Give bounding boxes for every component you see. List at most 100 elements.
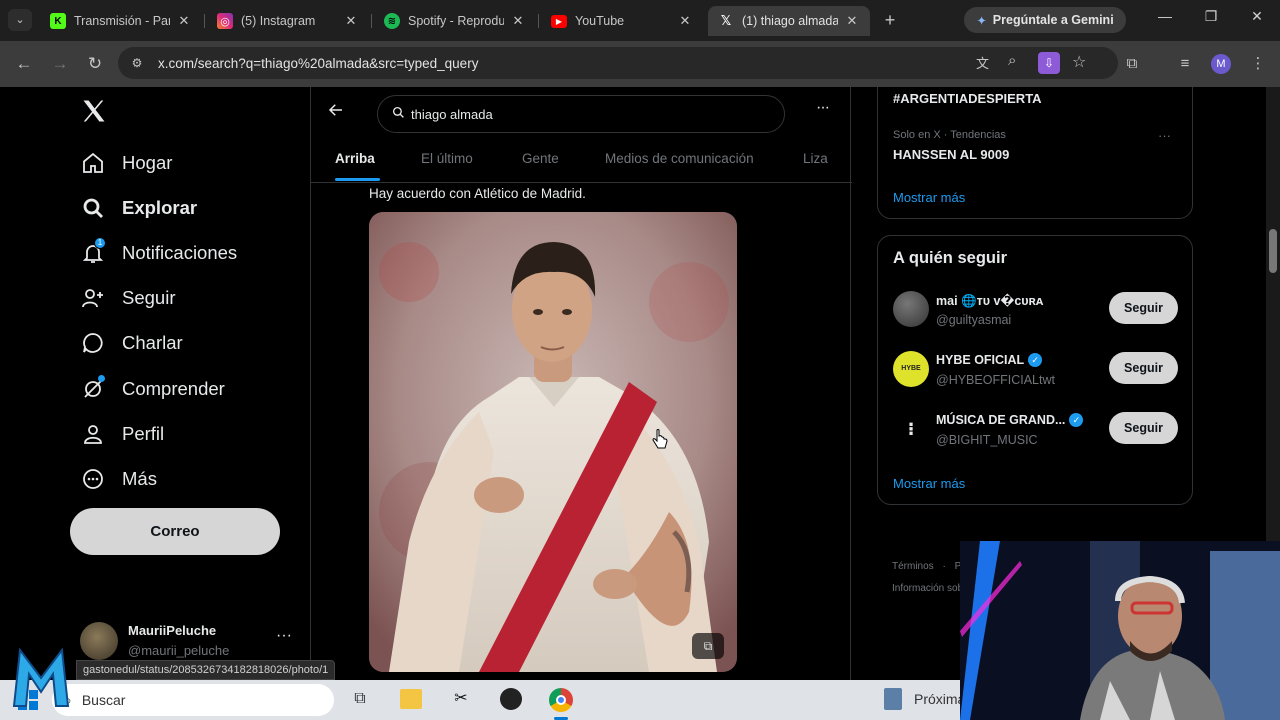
close-tab-icon[interactable]: ✕	[844, 13, 860, 29]
person-icon	[80, 421, 106, 447]
trend-item[interactable]: HANSSEN AL 9009	[893, 147, 1009, 162]
browser-tab-strip: ⌄ K Transmisión - Pane ✕ ◎ (5) Instagram…	[0, 0, 1280, 41]
follow-suggestion[interactable]: HYBE HYBE OFICIAL ✓ @HYBEOFFICIALtwt Seg…	[878, 348, 1194, 398]
youtube-icon: ▶	[551, 14, 567, 28]
hybe-avatar: HYBE	[893, 351, 929, 387]
translate-icon[interactable]: 文	[976, 53, 989, 72]
widget-icon	[884, 688, 902, 710]
trend-more-icon[interactable]: ···	[1158, 128, 1171, 143]
close-tab-icon[interactable]: ✕	[510, 13, 526, 29]
capcut-icon[interactable]: ✂	[451, 689, 471, 709]
browser-tab-instagram[interactable]: ◎ (5) Instagram ✕	[207, 6, 369, 36]
trends-show-more-link[interactable]: Mostrar más	[893, 190, 965, 205]
bighit-avatar: ⁝	[893, 411, 929, 447]
close-tab-icon[interactable]: ✕	[343, 13, 359, 29]
close-window-button[interactable]: ✕	[1234, 8, 1280, 32]
suggestion-handle: @guiltyasmai	[936, 313, 1012, 327]
follow-show-more-link[interactable]: Mostrar más	[893, 476, 965, 491]
obs-icon[interactable]	[500, 688, 522, 710]
bookmark-star-icon[interactable]: ☆	[1072, 52, 1086, 72]
browser-tab-kick[interactable]: K Transmisión - Pane ✕	[40, 6, 202, 36]
tab-gente[interactable]: Gente	[522, 151, 559, 166]
nav-item-seguir[interactable]: Seguir	[80, 280, 175, 316]
webcam-overlay	[960, 541, 1280, 720]
suggestion-handle: @HYBEOFFICIALtwt	[936, 373, 1055, 387]
forward-arrow-icon[interactable]: →	[48, 53, 72, 77]
restore-window-button[interactable]: ❐	[1188, 8, 1234, 32]
search-icon	[80, 195, 106, 221]
browser-tab-spotify[interactable]: ≋ Spotify - Reproduc ✕	[374, 6, 536, 36]
who-to-follow-title: A quién seguir	[893, 249, 1007, 267]
mouse-cursor-icon	[651, 429, 669, 451]
install-app-icon[interactable]: ⇩	[1038, 52, 1060, 74]
trend-meta: Solo en X · Tendencias	[893, 129, 1006, 141]
chrome-icon[interactable]	[549, 688, 573, 712]
bell-icon: 1	[80, 237, 106, 266]
nav-item-charlar[interactable]: Charlar	[80, 325, 183, 361]
profile-avatar[interactable]: M	[1211, 54, 1231, 74]
avatar	[80, 622, 118, 660]
close-tab-icon[interactable]: ✕	[176, 13, 192, 29]
minimize-window-button[interactable]: —	[1142, 8, 1188, 32]
tab-liza[interactable]: Liza	[803, 151, 828, 166]
search-results-column: thiago almada ··· Arriba El último Gente…	[310, 87, 852, 680]
nav-item-explorar[interactable]: Explorar	[80, 190, 197, 226]
zoom-icon[interactable]: ⌕	[1008, 52, 1016, 69]
browser-menu-icon[interactable]: ⋮	[1247, 53, 1269, 75]
account-switcher[interactable]: MauriiPeluche @maurii_peluche ···	[80, 621, 295, 665]
footer-links: Términos · Pr	[892, 561, 965, 572]
search-input[interactable]: thiago almada	[377, 95, 785, 133]
site-info-icon[interactable]: ⚙	[128, 54, 146, 72]
more-circle-icon	[80, 466, 106, 492]
active-tab-indicator	[335, 178, 380, 181]
nav-item-mas[interactable]: Más	[80, 461, 157, 497]
tab-search-button[interactable]: ⌄	[8, 9, 32, 31]
task-view-icon[interactable]: ⧉	[350, 690, 370, 710]
back-arrow-icon[interactable]: ←	[12, 53, 36, 77]
gemini-button[interactable]: ✦ Pregúntale a Gemini	[964, 7, 1126, 33]
trend-item[interactable]: #ARGENTIADESPIERTA	[893, 91, 1042, 106]
search-icon	[392, 106, 405, 122]
nav-item-hogar[interactable]: Hogar	[80, 145, 172, 181]
nav-item-perfil[interactable]: Perfil	[80, 416, 164, 452]
media-control-icon[interactable]: ≡	[1174, 53, 1196, 75]
back-arrow-icon[interactable]	[327, 101, 347, 121]
x-logo-icon[interactable]	[80, 97, 108, 127]
extensions-icon[interactable]: ⧉	[1121, 53, 1143, 75]
follow-button[interactable]: Seguir	[1109, 412, 1178, 444]
follow-suggestion[interactable]: ⁝ MÚSICA DE GRAND... ✓ @BIGHIT_MUSIC Seg…	[878, 408, 1194, 458]
close-tab-icon[interactable]: ✕	[677, 13, 693, 29]
suggestion-name-row: MÚSICA DE GRAND... ✓	[936, 413, 1084, 427]
search-more-icon[interactable]: ···	[816, 99, 830, 117]
file-explorer-icon[interactable]	[400, 689, 422, 709]
instagram-icon: ◎	[217, 13, 233, 29]
post-photo[interactable]: ⧉	[369, 212, 737, 672]
follow-button[interactable]: Seguir	[1109, 292, 1178, 324]
footer-link[interactable]: Términos	[892, 561, 934, 572]
browser-tab-youtube[interactable]: ▶ YouTube ✕	[541, 6, 703, 36]
alt-text-icon[interactable]: ⧉	[692, 633, 724, 659]
tab-arriba[interactable]: Arriba	[335, 151, 375, 166]
scrollbar-thumb[interactable]	[1269, 229, 1277, 273]
account-more-icon[interactable]: ···	[276, 627, 292, 645]
post-button[interactable]: Correo	[70, 508, 280, 555]
account-handle: @maurii_peluche	[128, 643, 230, 658]
tab-el-ultimo[interactable]: El último	[421, 151, 473, 166]
status-url-bar: gastonedul/status/2085326734182818026/ph…	[76, 660, 336, 680]
trends-card: #ARGENTIADESPIERTA Solo en X · Tendencia…	[877, 87, 1193, 219]
nav-item-comprender[interactable]: Comprender	[80, 371, 225, 407]
follow-suggestion[interactable]: mai 🌐ᴛᴜ ᴠ�ᴄᴜʀᴀ @guiltyasmai Seguir	[878, 288, 1194, 338]
follow-button[interactable]: Seguir	[1109, 352, 1178, 384]
tab-medios[interactable]: Medios de comunicación	[605, 151, 754, 166]
weather-widget[interactable]: Próxima	[884, 688, 965, 710]
address-bar[interactable]: ⚙ x.com/search?q=thiago%20almada&src=typ…	[118, 47, 1118, 79]
nav-item-notificaciones[interactable]: 1 Notificaciones	[80, 235, 237, 271]
footer-link[interactable]: Información sob	[892, 583, 963, 594]
new-tab-icon[interactable]: +	[880, 10, 900, 30]
person-add-icon	[80, 285, 106, 311]
reload-icon[interactable]: ↻	[83, 53, 107, 77]
suggestion-name-row: HYBE OFICIAL ✓	[936, 353, 1043, 367]
browser-toolbar: ← → ↻ ⚙ x.com/search?q=thiago%20almada&s…	[0, 41, 1280, 87]
browser-tab-x-active[interactable]: 𝕏 (1) thiago almada ✕	[708, 6, 870, 36]
taskbar-search-box[interactable]: ⌕ Buscar	[52, 684, 334, 716]
